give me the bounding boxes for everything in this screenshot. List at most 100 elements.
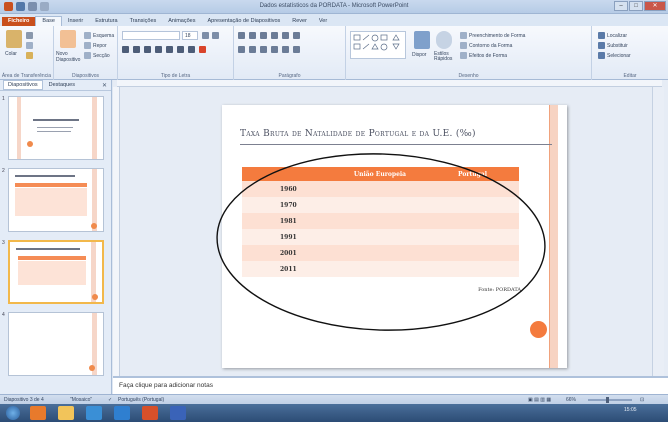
numbering-icon[interactable] (249, 32, 256, 39)
font-name-box[interactable] (122, 31, 180, 40)
underline-icon[interactable] (144, 46, 151, 53)
view-buttons[interactable]: ▣ ▤ ▥ ▦ (528, 397, 551, 403)
tab-file[interactable]: Ficheiro (2, 17, 36, 26)
increase-indent-icon[interactable] (271, 32, 278, 39)
change-case-icon[interactable] (188, 46, 195, 53)
slide-thumbnail-1[interactable]: 1 (2, 96, 106, 162)
copy-button[interactable] (26, 42, 33, 49)
tab-design[interactable]: Estrutura (89, 17, 123, 26)
section-button[interactable]: Secção (84, 52, 110, 59)
notes-pane[interactable]: Faça clique para adicionar notas (113, 376, 668, 394)
grow-font-icon (202, 32, 209, 39)
decrease-indent-icon[interactable] (260, 32, 267, 39)
browser-icon[interactable] (30, 406, 46, 420)
new-slide-icon[interactable] (60, 30, 76, 48)
shape-effects-label: Efeitos de Forma (469, 52, 508, 59)
slide-thumbnail-3[interactable]: 3 (2, 240, 106, 306)
align-left-icon[interactable] (238, 46, 245, 53)
fit-slide-icon[interactable]: ⊡ (640, 397, 644, 403)
slide-number: 2 (2, 168, 5, 174)
zoom-level[interactable]: 66% (566, 397, 576, 403)
italic-icon[interactable] (133, 46, 140, 53)
shape-fill-label: Preenchimento de Forma (469, 32, 526, 39)
layout-button[interactable]: Esquema (84, 32, 114, 39)
bold-icon[interactable] (122, 46, 129, 53)
tab-review[interactable]: Rever (286, 17, 313, 26)
columns-icon[interactable] (293, 32, 300, 39)
maximize-button[interactable]: □ (629, 1, 643, 11)
slide-number: 4 (2, 312, 5, 318)
media-icon[interactable] (86, 406, 102, 420)
close-pane-button[interactable]: ✕ (102, 82, 107, 89)
arrange-button[interactable]: Dispor (412, 52, 426, 58)
quick-styles-button[interactable]: Estilos Rápidos (434, 52, 456, 62)
folder-icon[interactable] (58, 406, 74, 420)
slide-thumbnail-4[interactable]: 4 (2, 312, 106, 378)
format-painter-button[interactable] (26, 52, 33, 59)
slide-title[interactable]: Taxa Bruta de Natalidade de Portugal e d… (240, 129, 476, 139)
tab-slides-pane[interactable]: Diapositivos (3, 80, 43, 90)
tab-slideshow[interactable]: Apresentação de Diapositivos (201, 17, 286, 26)
strikethrough-icon[interactable] (166, 46, 173, 53)
font-size-box[interactable]: 18 (182, 31, 198, 40)
font-color-icon[interactable] (199, 46, 206, 53)
zoom-slider-knob[interactable] (606, 397, 609, 403)
smartart-icon[interactable] (293, 46, 300, 53)
paste-icon[interactable] (6, 30, 22, 48)
text-direction-icon[interactable] (282, 46, 289, 53)
title-bar: Dados estatísticos da PORDATA - Microsof… (0, 0, 668, 14)
spacing-icon[interactable] (177, 46, 184, 53)
quick-styles-icon[interactable] (436, 31, 452, 49)
arrange-icon[interactable] (414, 31, 430, 49)
shrink-font-button[interactable] (212, 32, 219, 39)
cut-button[interactable] (26, 32, 33, 39)
tab-animations[interactable]: Animações (162, 17, 201, 26)
layout-icon (84, 32, 91, 39)
find-button[interactable]: Localizar (598, 32, 627, 39)
close-button[interactable]: ✕ (644, 1, 666, 11)
paste-button[interactable]: Colar (5, 51, 17, 57)
thumbnail-table-header (18, 256, 86, 260)
vertical-scrollbar[interactable] (652, 87, 664, 376)
minimize-button[interactable]: – (614, 1, 628, 11)
grow-font-button[interactable] (202, 32, 209, 39)
word-taskbar-icon[interactable] (170, 406, 186, 420)
bullets-icon[interactable] (238, 32, 245, 39)
select-button[interactable]: Selecionar (598, 52, 631, 59)
app-icon[interactable] (114, 406, 130, 420)
replace-button[interactable]: Substituir (598, 42, 628, 49)
ellipse-annotation[interactable] (213, 150, 553, 340)
shape-fill-button[interactable]: Preenchimento de Forma (460, 32, 525, 39)
shapes-gallery[interactable] (350, 31, 406, 59)
tab-insert[interactable]: Inserir (62, 17, 89, 26)
new-slide-button[interactable]: Novo Diapositivo (56, 51, 82, 63)
group-label-font: Tipo de Letra (160, 73, 191, 79)
pen-icon (460, 42, 467, 49)
group-label-clipboard: Área de Transferência (1, 73, 52, 79)
shadow-icon[interactable] (155, 46, 162, 53)
line-spacing-icon[interactable] (282, 32, 289, 39)
tab-view[interactable]: Ver (313, 17, 333, 26)
paragraph-row-2 (238, 46, 300, 53)
find-label: Localizar (607, 32, 628, 39)
shrink-font-icon (212, 32, 219, 39)
align-right-icon[interactable] (260, 46, 267, 53)
section-label: Secção (93, 52, 110, 59)
tab-outline-pane[interactable]: Destaques (45, 81, 79, 89)
shape-effects-button[interactable]: Efeitos de Forma (460, 52, 507, 59)
start-button-icon[interactable] (6, 406, 20, 420)
justify-icon[interactable] (271, 46, 278, 53)
slide-number: 3 (2, 240, 5, 246)
align-center-icon[interactable] (249, 46, 256, 53)
tab-transitions[interactable]: Transições (124, 17, 163, 26)
spellcheck-icon[interactable]: ✓ (108, 397, 112, 403)
clock[interactable]: 15:05 (624, 407, 637, 413)
shape-outline-button[interactable]: Contorno da Forma (460, 42, 512, 49)
language-indicator[interactable]: Português (Portugal) (118, 397, 164, 403)
zoom-slider[interactable] (588, 397, 632, 403)
tab-home[interactable]: Base (35, 16, 62, 26)
powerpoint-taskbar-icon[interactable] (142, 406, 158, 420)
slide-thumbnail-2[interactable]: 2 (2, 168, 106, 234)
thumbnail-preview (8, 240, 104, 304)
reset-button[interactable]: Repor (84, 42, 107, 49)
